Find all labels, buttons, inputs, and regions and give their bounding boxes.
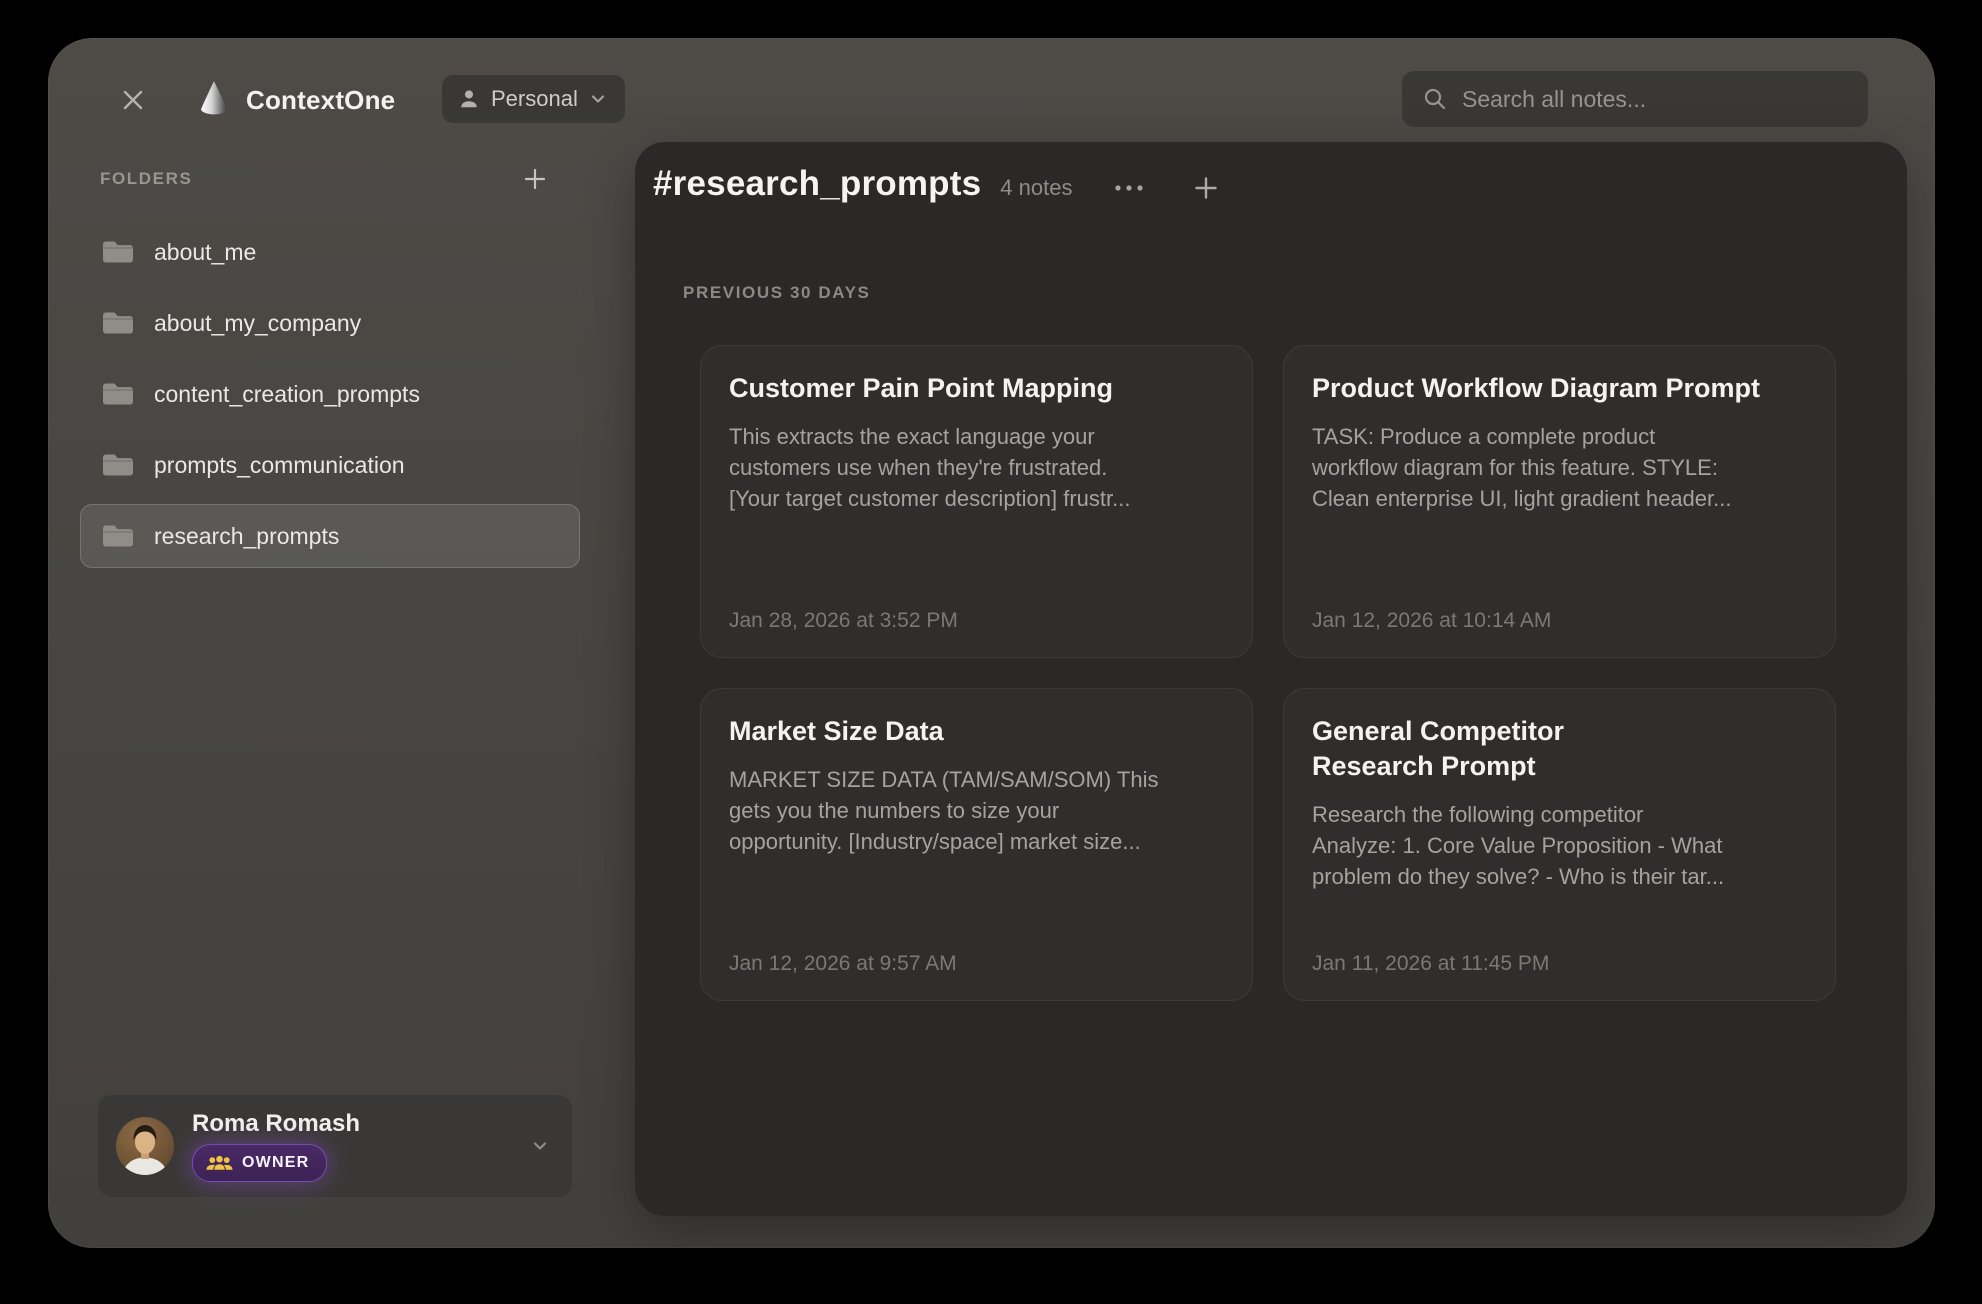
folder-item-about_my_company[interactable]: about_my_company (80, 291, 580, 355)
search-input[interactable]: Search all notes... (1402, 71, 1868, 127)
folder-name: research_prompts (154, 523, 339, 550)
notes-panel: #research_prompts 4 notes PREVIOUS 30 DA… (635, 142, 1907, 1216)
app-logo-cone-icon (200, 80, 228, 118)
ellipsis-icon (1112, 182, 1146, 194)
notes-grid: Customer Pain Point Mapping This extract… (700, 345, 1836, 1001)
team-icon (206, 1154, 233, 1172)
folder-icon (101, 451, 135, 479)
workspace-label: Personal (491, 86, 578, 112)
folder-item-research_prompts[interactable]: research_prompts (80, 504, 580, 568)
note-excerpt: TASK: Produce a complete product workflo… (1312, 421, 1807, 514)
folder-name: content_creation_prompts (154, 381, 420, 408)
app-window: ContextOne Personal Search all notes... … (48, 38, 1935, 1248)
note-date: Jan 12, 2026 at 9:57 AM (729, 952, 1224, 976)
note-card[interactable]: Product Workflow Diagram Prompt TASK: Pr… (1283, 345, 1836, 658)
plus-icon (522, 166, 548, 192)
folder-title: #research_prompts (653, 164, 981, 204)
plus-icon (1192, 174, 1220, 202)
folder-name: prompts_communication (154, 452, 405, 479)
more-options-button[interactable] (1108, 178, 1150, 198)
note-excerpt: This extracts the exact language your cu… (729, 421, 1224, 514)
note-date: Jan 12, 2026 at 10:14 AM (1312, 609, 1807, 633)
note-excerpt: Research the following competitor Analyz… (1312, 799, 1807, 892)
panel-header: #research_prompts 4 notes (653, 164, 1224, 204)
add-note-button[interactable] (1188, 170, 1224, 206)
note-card[interactable]: General Competitor Research Prompt Resea… (1283, 688, 1836, 1001)
chevron-down-icon (589, 90, 607, 108)
folder-item-prompts_communication[interactable]: prompts_communication (80, 433, 580, 497)
note-card[interactable]: Customer Pain Point Mapping This extract… (700, 345, 1253, 658)
folder-item-about_me[interactable]: about_me (80, 220, 580, 284)
note-title: Customer Pain Point Mapping (729, 371, 1224, 406)
folder-name: about_my_company (154, 310, 361, 337)
workspace-switcher[interactable]: Personal (442, 75, 625, 123)
add-folder-button[interactable] (518, 162, 552, 196)
note-title: Market Size Data (729, 714, 1224, 749)
app-title: ContextOne (246, 85, 395, 116)
avatar (116, 1117, 174, 1175)
user-profile[interactable]: Roma Romash OWNER (98, 1095, 572, 1197)
note-excerpt: MARKET SIZE DATA (TAM/SAM/SOM) This gets… (729, 764, 1224, 857)
note-title: General Competitor Research Prompt (1312, 714, 1807, 784)
user-name: Roma Romash (192, 1110, 360, 1138)
folder-icon (101, 522, 135, 550)
folder-icon (101, 380, 135, 408)
section-label: PREVIOUS 30 DAYS (683, 283, 870, 303)
note-title: Product Workflow Diagram Prompt (1312, 371, 1807, 406)
folders-header: FOLDERS (100, 162, 552, 196)
folder-item-content_creation_prompts[interactable]: content_creation_prompts (80, 362, 580, 426)
folder-list: about_me about_my_company content_creati… (80, 220, 580, 568)
folders-heading: FOLDERS (100, 169, 192, 189)
chevron-down-icon (530, 1136, 550, 1156)
note-date: Jan 28, 2026 at 3:52 PM (729, 609, 1224, 633)
search-icon (1422, 86, 1448, 112)
note-card[interactable]: Market Size Data MARKET SIZE DATA (TAM/S… (700, 688, 1253, 1001)
note-date: Jan 11, 2026 at 11:45 PM (1312, 952, 1807, 976)
owner-badge: OWNER (192, 1144, 327, 1182)
folder-name: about_me (154, 239, 256, 266)
close-icon (118, 85, 148, 115)
search-placeholder: Search all notes... (1462, 86, 1646, 113)
notes-count: 4 notes (1000, 175, 1072, 201)
folder-icon (101, 309, 135, 337)
close-button[interactable] (115, 82, 151, 118)
folder-icon (101, 238, 135, 266)
person-icon (458, 88, 480, 110)
role-label: OWNER (242, 1154, 309, 1172)
